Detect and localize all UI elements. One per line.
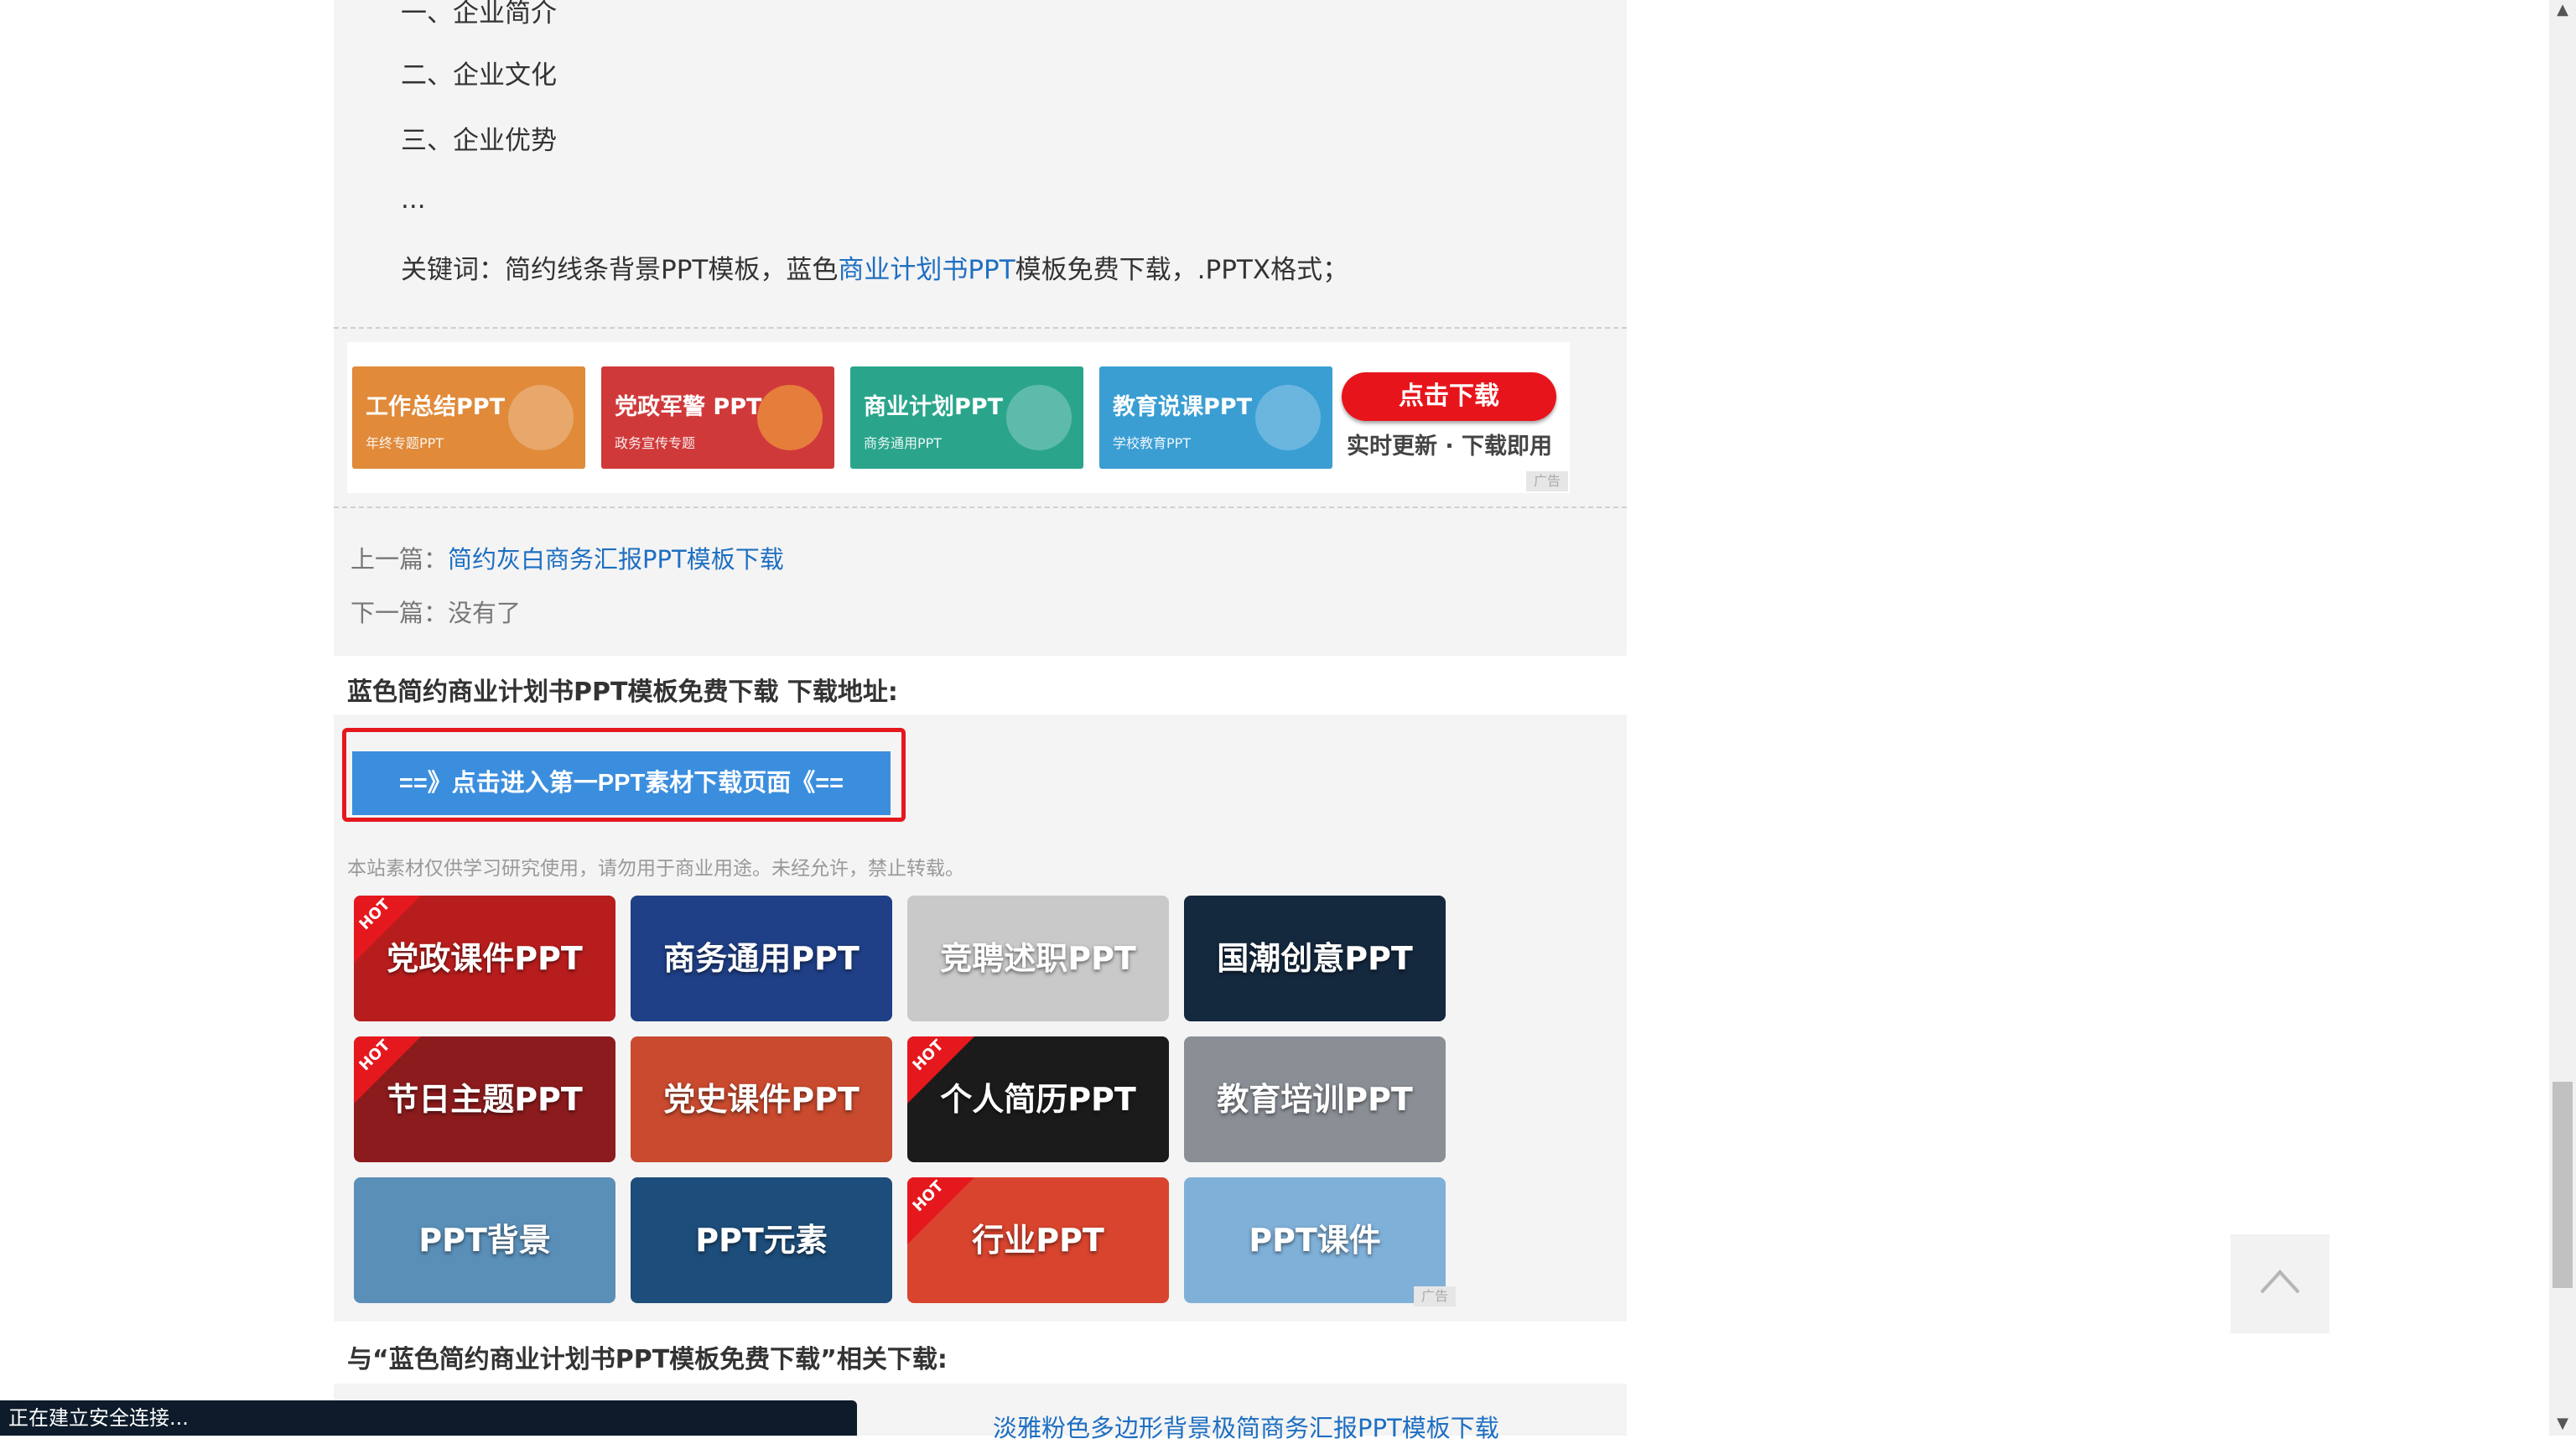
banner-title: 教育说课PPT [1113, 394, 1252, 420]
banner-ad-education[interactable]: 教育说课PPT 学校教育PPT [1099, 366, 1332, 469]
scroll-down-arrow-icon[interactable]: ▼ [2554, 1415, 2571, 1432]
banner-download-button[interactable]: 点击下载 [1342, 372, 1556, 421]
banner-title: 商业计划PPT [864, 394, 1003, 420]
chevron-up-icon [2260, 1270, 2300, 1294]
ad-label: 广告 [1414, 1286, 1456, 1306]
banner-subtitle: 商务通用PPT [864, 435, 943, 451]
banner-subtitle: 学校教育PPT [1113, 435, 1192, 451]
category-tile[interactable]: 节日主题PPT HOT [354, 1036, 615, 1162]
category-tile[interactable]: 党史课件PPT [631, 1036, 892, 1162]
banner-ad-work-summary[interactable]: 工作总结PPT 年终专题PPT [352, 366, 585, 469]
category-tile[interactable]: 党政课件PPT HOT [354, 896, 615, 1021]
back-to-top-button[interactable] [2231, 1234, 2329, 1333]
banner-title: 党政军警 PPT [615, 394, 762, 420]
toc-item: 三、企业优势 [401, 126, 557, 156]
banner-title: 工作总结PPT [366, 394, 505, 420]
category-tile[interactable]: 商务通用PPT [631, 896, 892, 1021]
category-tile[interactable]: 教育培训PPT [1184, 1036, 1446, 1162]
keywords-link[interactable]: 商业计划书PPT [838, 255, 1015, 285]
category-tile-label: 党史课件PPT [663, 1081, 860, 1118]
related-section-title: 与“蓝色简约商业计划书PPT模板免费下载”相关下载: [347, 1345, 948, 1374]
category-tile-label: 国潮创意PPT [1217, 940, 1413, 977]
category-tile[interactable]: 个人简历PPT HOT [907, 1036, 1169, 1162]
ad-label: 广告 [1526, 471, 1568, 491]
category-tile-label: PPT课件 [1249, 1222, 1381, 1259]
category-tile-label: 竞聘述职PPT [940, 940, 1136, 977]
prev-label: 上一篇： [351, 545, 449, 574]
category-tile[interactable]: PPT背景 [354, 1177, 615, 1303]
banner-subtitle: 政务宣传专题 [615, 435, 696, 451]
next-value: 没有了 [448, 599, 522, 627]
category-tile-label: 商务通用PPT [663, 940, 860, 977]
next-article: 下一篇：没有了 [351, 594, 521, 629]
browser-status-bar: 正在建立安全连接... [0, 1400, 857, 1436]
category-tile-label: PPT背景 [418, 1222, 551, 1259]
banner-ad-party-gov[interactable]: 党政军警 PPT 政务宣传专题 [601, 366, 834, 469]
banner-download-subtitle: 实时更新 · 下载即用 [1347, 434, 1553, 460]
category-tile[interactable]: PPT课件 [1184, 1177, 1446, 1303]
divider [334, 327, 1627, 329]
download-section-title: 蓝色简约商业计划书PPT模板免费下载 下载地址: [347, 678, 898, 707]
category-tile-label: 教育培训PPT [1217, 1081, 1413, 1118]
divider [334, 506, 1627, 508]
scrollbar-thumb[interactable] [2553, 1082, 2573, 1288]
banner-illustration [1006, 385, 1072, 450]
banner-subtitle: 年终专题PPT [366, 435, 444, 451]
keywords-suffix: 模板免费下载，.PPTX格式； [1015, 255, 1349, 285]
related-link[interactable]: 淡雅粉色多边形背景极简商务汇报PPT模板下载 [993, 1409, 1499, 1444]
category-tile[interactable]: 竞聘述职PPT [907, 896, 1169, 1021]
toc-item: ... [401, 184, 426, 215]
category-tile-label: PPT元素 [695, 1222, 828, 1259]
category-tile[interactable]: 行业PPT HOT [907, 1177, 1169, 1303]
banner-illustration [1255, 385, 1321, 450]
banner-illustration [757, 385, 823, 450]
keywords-line: 关键词：简约线条背景PPT模板，蓝色商业计划书PPT模板免费下载，.PPTX格式… [401, 248, 1348, 286]
next-label: 下一篇： [351, 599, 449, 627]
toc-item: 二、企业文化 [401, 60, 557, 91]
keywords-prefix: 关键词：简约线条背景PPT模板，蓝色 [401, 255, 839, 285]
banner-illustration [508, 385, 574, 450]
prev-article-link[interactable]: 简约灰白商务汇报PPT模板下载 [448, 545, 784, 574]
download-page-button[interactable]: ==》点击进入第一PPT素材下载页面《== [352, 751, 891, 815]
category-tile[interactable]: PPT元素 [631, 1177, 892, 1303]
category-tile[interactable]: 国潮创意PPT [1184, 896, 1446, 1021]
prev-article: 上一篇：简约灰白商务汇报PPT模板下载 [351, 540, 784, 575]
scroll-up-arrow-icon[interactable]: ▲ [2554, 2, 2571, 18]
toc-item: 一、企业简介 [401, 0, 557, 29]
category-tile-label: 行业PPT [972, 1222, 1104, 1259]
copyright-notice: 本站素材仅供学习研究使用，请勿用于商业用途。未经允许，禁止转载。 [347, 858, 964, 880]
banner-ad-business-plan[interactable]: 商业计划PPT 商务通用PPT [850, 366, 1083, 469]
